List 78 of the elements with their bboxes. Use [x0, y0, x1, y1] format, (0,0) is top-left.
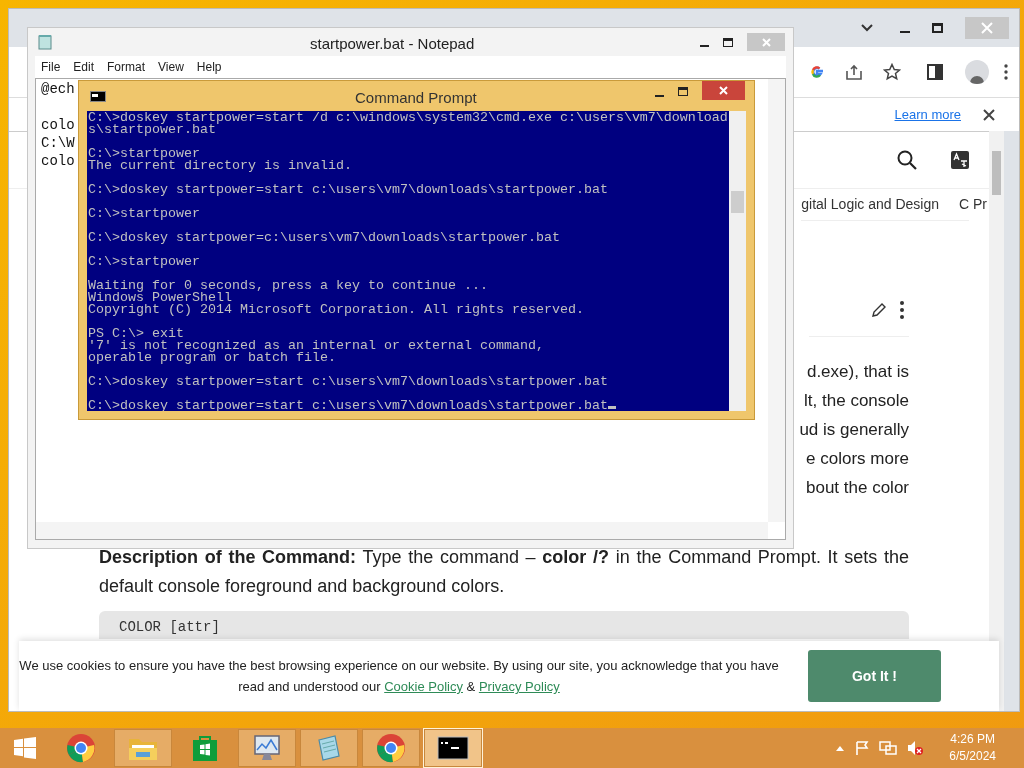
text-line: colo	[41, 152, 75, 170]
vertical-scrollbar[interactable]	[729, 111, 746, 411]
text-cursor	[607, 406, 616, 409]
close-icon	[761, 37, 771, 47]
console-line: s\startpower.bat	[88, 124, 216, 136]
vertical-scrollbar[interactable]	[768, 79, 785, 522]
nav-link[interactable]: C Pr	[959, 194, 987, 215]
maximize-icon[interactable]	[932, 23, 943, 33]
menu-item[interactable]: View	[158, 58, 184, 76]
taskbar-app-button[interactable]	[424, 729, 482, 767]
paragraph-text: e colors more	[806, 448, 909, 470]
google-icon[interactable]	[809, 64, 825, 80]
console-line: C:\>doskey startpower=start /d c:\windows\system32\cmd.exe c:\users\vm7\download	[88, 112, 729, 124]
menu-item[interactable]: Help	[196, 58, 222, 76]
scrollbar[interactable]	[989, 131, 1004, 711]
notepad-icon	[38, 34, 52, 50]
chrome-icon	[376, 733, 406, 763]
horizontal-scrollbar[interactable]	[36, 522, 768, 539]
search-icon[interactable]	[897, 150, 917, 170]
chrome-icon	[66, 733, 96, 763]
notepad-icon	[315, 734, 343, 762]
profile-avatar[interactable]	[965, 60, 989, 84]
paragraph-text: lt, the console	[804, 390, 909, 412]
translate-icon[interactable]	[951, 151, 969, 169]
network-icon[interactable]	[879, 740, 898, 756]
monitor-chart-icon	[252, 734, 282, 762]
got-it-button[interactable]: Got It !	[808, 650, 941, 702]
console-line: Windows PowerShell	[88, 292, 232, 304]
close-button[interactable]	[702, 81, 745, 100]
console-line: '7' is not recognized as an internal or external command,	[88, 340, 545, 352]
policy-link[interactable]: Privacy Policy	[478, 679, 560, 694]
star-icon[interactable]	[883, 63, 901, 81]
console-line: C:\>startpower	[88, 256, 201, 268]
menu-item[interactable]: Edit	[73, 58, 95, 76]
more-options-icon[interactable]	[899, 300, 905, 320]
maximize-icon[interactable]	[678, 87, 688, 96]
share-icon[interactable]	[845, 63, 863, 81]
close-icon	[981, 22, 993, 34]
menu-icon[interactable]	[1003, 64, 1009, 80]
shopping-bag-icon	[191, 734, 219, 762]
menu-item[interactable]: File	[41, 58, 61, 76]
text-line: colo	[41, 116, 75, 134]
console-line: operable program or batch file.	[88, 352, 337, 364]
text-line: @ech	[41, 80, 75, 98]
code-text: COLOR [attr]	[119, 619, 221, 635]
console-line: C:\>doskey startpower=c:\users\vm7\downloads\startpower.bat	[88, 232, 561, 244]
side-panel-icon[interactable]	[927, 64, 943, 80]
text-line: C:\W	[41, 134, 75, 152]
console-line: The current directory is invalid.	[88, 160, 353, 172]
console-line: C:\>startpower	[88, 208, 201, 220]
paragraph-text: d.exe), that is	[806, 361, 909, 383]
console-line: Copyright (C) 2014 Microsoft Corporation. All rights reserved.	[88, 304, 585, 316]
windows-logo-icon	[14, 737, 36, 759]
console-line: C:\>doskey startpower=start c:\users\vm7\downloads\startpower.bat	[88, 376, 609, 388]
close-icon[interactable]	[983, 108, 995, 121]
maximize-icon[interactable]	[723, 37, 733, 47]
console-line: C:\>doskey startpower=start c:\users\vm7\downloads\startpower.bat	[88, 184, 609, 196]
window-title: startpower.bat - Notepad	[310, 34, 475, 54]
menu-item[interactable]: Format	[107, 58, 146, 76]
paragraph-text: bout the color	[806, 477, 909, 499]
paragraph-text: ud is generally	[799, 419, 909, 441]
pencil-icon[interactable]	[871, 302, 887, 318]
console-line: C:\>doskey startpower=start c:\users\vm7\downloads\startpower.bat	[88, 400, 729, 411]
flag-icon[interactable]	[854, 740, 871, 756]
policy-link[interactable]: Cookie Policy	[384, 679, 463, 694]
description-paragraph: Description of the Command: Type the command – color /? in the Command Prompt. It sets the default console foreground and background colors.	[99, 546, 909, 598]
nav-link[interactable]: gital Logic and Design	[801, 194, 939, 215]
console-icon	[437, 736, 469, 760]
console-line: Waiting for 0 seconds, press a key to continue ...	[88, 280, 489, 292]
learn-more-link[interactable]: Learn more	[894, 104, 961, 125]
close-icon	[719, 86, 728, 95]
cookie-notice: We use cookies to ensure you have the best browsing experience on our website. By using our site, you acknowledge that you have read and understood our Cookie Policy & Privacy Policy	[19, 657, 779, 696]
window-title: Command Prompt	[355, 88, 477, 108]
console-line: C:\>startpower	[88, 148, 200, 160]
console-icon	[90, 90, 106, 102]
speaker-muted-icon[interactable]	[906, 740, 925, 756]
show-hidden-icons-icon[interactable]	[835, 744, 846, 752]
console-line: PS C:\> exit	[88, 328, 184, 340]
